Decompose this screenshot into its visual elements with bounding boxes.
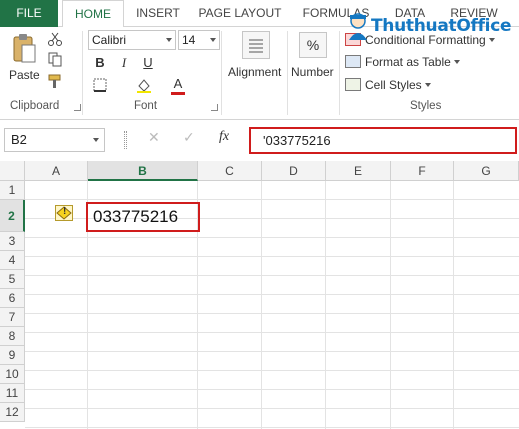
cell-styles-label: Cell Styles	[365, 78, 422, 92]
underline-button[interactable]: U	[140, 54, 156, 72]
font-group-label: Font	[134, 100, 158, 112]
group-divider	[339, 31, 340, 115]
format-as-table-label: Format as Table	[365, 55, 451, 69]
row-header-1[interactable]: 1	[0, 181, 25, 200]
italic-button[interactable]: I	[116, 54, 132, 72]
error-warning-icon[interactable]: !	[55, 205, 73, 221]
name-box-value: B2	[11, 132, 27, 147]
styles-group-label: Styles	[410, 100, 442, 112]
gridline	[325, 181, 326, 429]
copy-icon[interactable]	[47, 51, 63, 67]
font-name-value: Calibri	[92, 33, 127, 47]
clipboard-dialog-launcher-icon[interactable]	[74, 104, 81, 111]
alignment-button-label[interactable]: Alignment	[228, 65, 281, 79]
cancel-icon[interactable]: ✕	[148, 129, 160, 146]
group-divider	[82, 31, 83, 115]
number-format-icon[interactable]: %	[299, 32, 327, 58]
chevron-down-icon	[424, 83, 431, 87]
formula-input[interactable]: '033775216	[249, 127, 517, 154]
row-header-9[interactable]: 9	[0, 346, 25, 365]
column-header-c[interactable]: C	[198, 161, 262, 181]
insert-function-button[interactable]: fx	[219, 129, 229, 145]
row-header-12[interactable]: 12	[0, 403, 25, 422]
cut-icon[interactable]	[47, 31, 63, 47]
thuthuatoffice-logo: ThuthuatOffice	[343, 10, 519, 50]
column-header-a[interactable]: A	[25, 161, 88, 181]
alignment-icon[interactable]	[242, 31, 270, 59]
group-divider	[221, 31, 222, 115]
enter-icon[interactable]: ✓	[183, 129, 195, 146]
font-name-select[interactable]: Calibri	[88, 30, 176, 50]
logo-text: ThuthuatOffice	[371, 16, 512, 36]
select-all-corner[interactable]	[0, 161, 25, 181]
row-header-2[interactable]: 2	[0, 200, 25, 232]
clipboard-group-label: Clipboard	[10, 100, 60, 112]
font-color-button[interactable]: A	[170, 75, 186, 95]
gridline	[453, 181, 454, 429]
group-divider	[287, 31, 288, 115]
paste-button-label[interactable]: Paste	[9, 68, 40, 82]
name-box[interactable]: B2	[4, 128, 105, 152]
row-header-11[interactable]: 11	[0, 384, 25, 403]
row-header-7[interactable]: 7	[0, 308, 25, 327]
row-header-8[interactable]: 8	[0, 327, 25, 346]
borders-icon[interactable]	[92, 77, 108, 93]
format-painter-icon[interactable]	[47, 73, 63, 89]
row-header-5[interactable]: 5	[0, 270, 25, 289]
column-header-f[interactable]: F	[391, 161, 454, 181]
chevron-down-icon	[93, 138, 99, 142]
row-header-6[interactable]: 6	[0, 289, 25, 308]
column-header-g[interactable]: G	[454, 161, 519, 181]
tab-insert[interactable]: INSERT	[130, 0, 186, 27]
cell-b2[interactable]: 033775216	[86, 202, 200, 232]
fill-color-icon[interactable]	[136, 77, 152, 93]
row-header-3[interactable]: 3	[0, 232, 25, 251]
number-button-label[interactable]: Number	[291, 65, 334, 79]
formula-bar: B2 ✕ ✓ fx '033775216	[0, 121, 519, 161]
font-size-value: 14	[182, 33, 196, 47]
format-as-table-button[interactable]: Format as Table	[345, 52, 460, 72]
gridline	[261, 181, 262, 429]
column-header-b[interactable]: B	[88, 161, 198, 181]
cell-styles-button[interactable]: Cell Styles	[345, 75, 431, 95]
font-color-glyph: A	[173, 76, 183, 91]
tab-page-layout[interactable]: PAGE LAYOUT	[192, 0, 288, 27]
format-as-table-icon	[345, 55, 361, 68]
font-dialog-launcher-icon[interactable]	[211, 104, 218, 111]
tab-home[interactable]: HOME	[62, 0, 124, 28]
column-header-d[interactable]: D	[262, 161, 326, 181]
column-header-e[interactable]: E	[326, 161, 391, 181]
warning-glyph: !	[63, 206, 67, 217]
chevron-down-icon	[453, 60, 460, 64]
row-header-10[interactable]: 10	[0, 365, 25, 384]
paste-icon[interactable]	[11, 33, 37, 65]
worksheet-grid[interactable]: ABCDEFG 1 2 3 4 5 6 7 8 9 10 11 12 ! 033775216	[0, 161, 519, 429]
font-size-select[interactable]: 14	[178, 30, 220, 50]
chevron-down-icon	[166, 38, 172, 42]
tab-file[interactable]: FILE	[0, 0, 58, 27]
mascot-icon	[349, 13, 367, 40]
row-header-4[interactable]: 4	[0, 251, 25, 270]
font-color-swatch	[171, 92, 185, 95]
gridline	[390, 181, 391, 429]
drag-handle[interactable]	[124, 131, 127, 149]
bold-button[interactable]: B	[92, 54, 108, 72]
chevron-down-icon	[210, 38, 216, 42]
cell-styles-icon	[345, 78, 361, 91]
